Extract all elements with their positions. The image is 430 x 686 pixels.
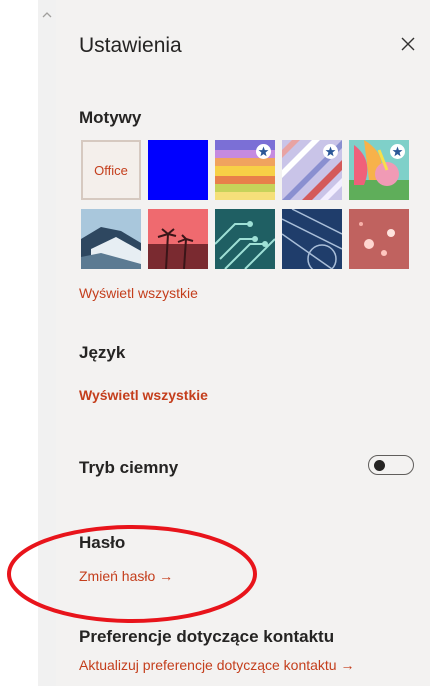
panel-title: Ustawienia [79, 34, 182, 57]
theme-tile-aviation[interactable] [282, 209, 342, 269]
language-view-all-link[interactable]: Wyświetl wszystkie [79, 387, 208, 403]
theme-tile-unicorn[interactable] [349, 140, 409, 200]
star-icon [323, 144, 338, 159]
theme-tile-bokeh[interactable] [349, 209, 409, 269]
theme-tile-diagonal-stripes[interactable] [282, 140, 342, 200]
theme-tile-office[interactable]: Office [81, 140, 141, 200]
scroll-up-arrow-icon[interactable] [42, 10, 52, 20]
theme-tile-circuit[interactable] [215, 209, 275, 269]
red-annotation-ellipse [7, 525, 257, 623]
theme-tile-mountain[interactable] [81, 209, 141, 269]
theme-tile-rainbow[interactable] [215, 140, 275, 200]
theme-tile-office-label: Office [94, 162, 128, 178]
themes-heading: Motywy [79, 108, 142, 127]
theme-tile-blue[interactable] [148, 140, 208, 200]
update-contact-preferences-link[interactable]: Aktualizuj preferencje dotyczące kontakt… [79, 657, 354, 673]
close-icon[interactable] [400, 36, 416, 52]
dark-mode-toggle[interactable] [368, 455, 414, 475]
dark-mode-heading: Tryb ciemny [79, 458, 179, 477]
toggle-knob [374, 459, 385, 471]
theme-tile-palm-trees[interactable] [148, 209, 208, 269]
themes-view-all-link[interactable]: Wyświetl wszystkie [79, 285, 198, 301]
star-icon [256, 144, 271, 159]
star-icon [390, 144, 405, 159]
language-heading: Język [79, 343, 126, 362]
